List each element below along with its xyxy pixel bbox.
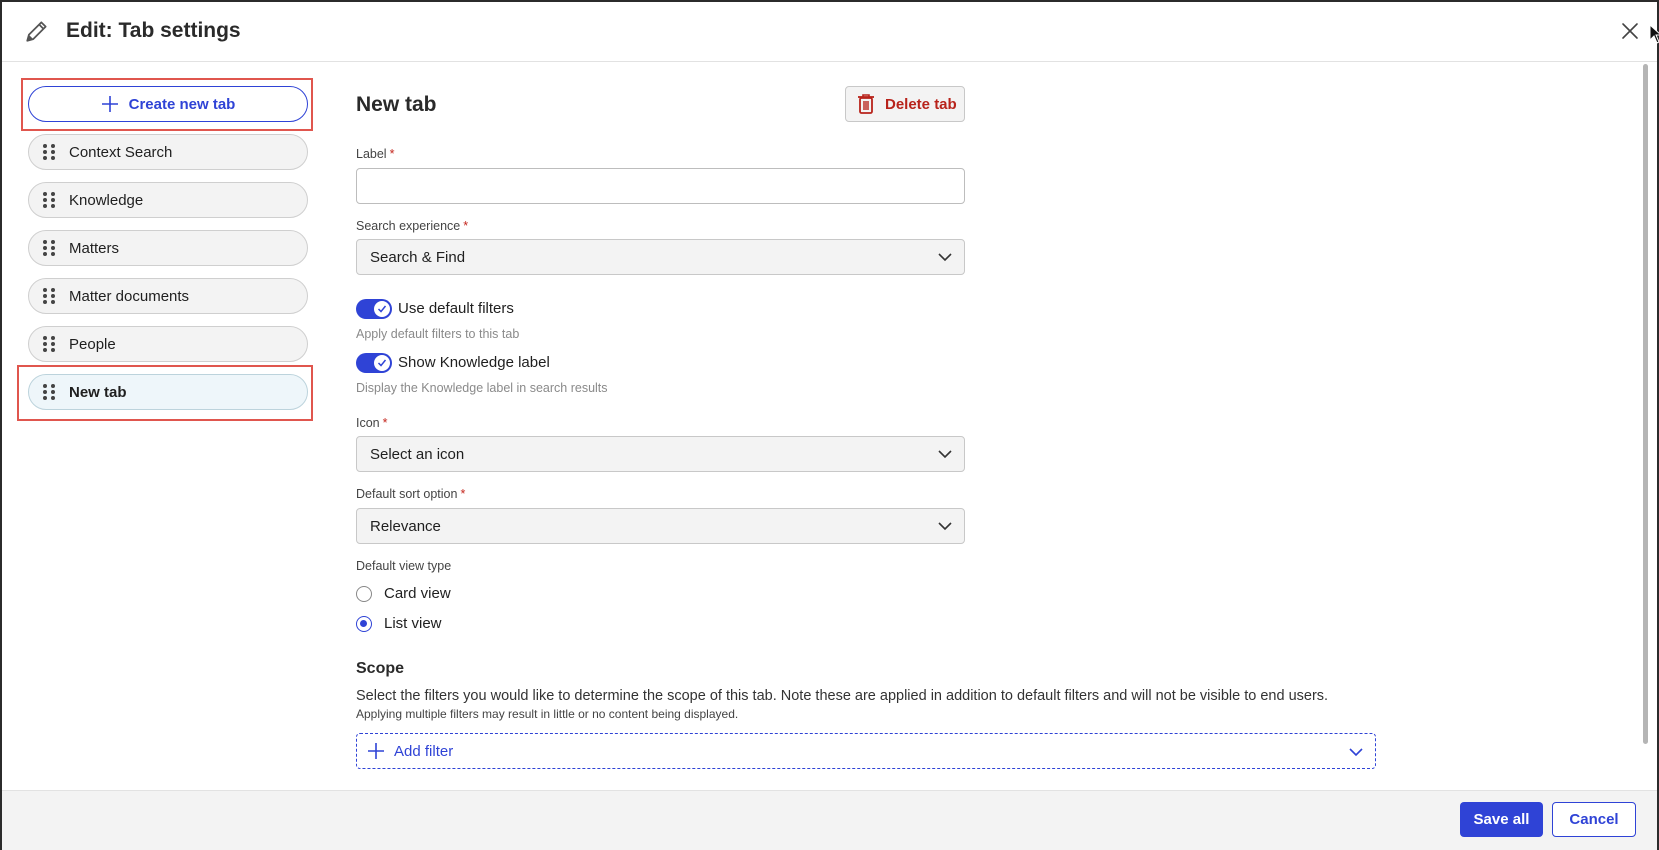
toggle-knob [374,355,390,371]
drag-grip-icon [43,336,55,352]
icon-field-label: Icon * [356,416,388,430]
plus-icon [368,743,384,759]
use-default-filters-hint: Apply default filters to this tab [356,327,520,341]
close-icon[interactable] [1619,20,1641,42]
list-view-label[interactable]: List view [384,615,442,632]
drag-grip-icon [43,144,55,160]
scope-description: Select the filters you would like to det… [356,688,1329,704]
default-sort-value: Relevance [370,517,441,535]
required-mark: * [382,416,388,430]
sidebar-item-label: Matters [69,239,120,257]
card-view-label[interactable]: Card view [384,585,451,602]
show-knowledge-label-label: Show Knowledge label [398,354,550,371]
sidebar-item-knowledge[interactable]: Knowledge [28,182,308,218]
dialog-title: Edit: Tab settings [66,19,241,42]
search-experience-select[interactable]: Search & Find [356,239,965,275]
mouse-cursor-icon [1649,24,1659,44]
label-field-label: Label * [356,147,395,161]
add-filter-label: Add filter [394,742,454,760]
sidebar-item-label: Knowledge [69,191,144,209]
save-all-button[interactable]: Save all [1460,802,1543,837]
chevron-down-icon [938,450,952,459]
drag-grip-icon [43,288,55,304]
sidebar-item-matter-documents[interactable]: Matter documents [28,278,308,314]
sidebar-item-label: New tab [69,383,127,401]
card-view-radio[interactable] [356,586,372,602]
chevron-down-icon [1349,748,1363,757]
tab-settings-dialog: Edit: Tab settings Create new tab Contex… [0,0,1659,850]
plus-icon [101,96,118,112]
scope-heading: Scope [356,660,405,677]
sidebar-item-matters[interactable]: Matters [28,230,308,266]
default-sort-select[interactable]: Relevance [356,508,965,544]
sidebar-item-label: Context Search [69,143,173,161]
sidebar-item-people[interactable]: People [28,326,308,362]
scope-note: Applying multiple filters may result in … [356,707,739,721]
label-input[interactable] [356,168,965,204]
delete-tab-button[interactable]: Delete tab [845,86,965,122]
search-experience-value: Search & Find [370,248,466,266]
required-mark: * [460,487,466,501]
create-new-tab-button[interactable]: Create new tab [28,86,308,122]
checkmark-icon [377,359,387,367]
add-filter-button[interactable]: Add filter [356,733,1376,769]
sidebar-item-new-tab[interactable]: New tab [28,374,308,410]
required-mark: * [389,147,395,161]
list-view-radio[interactable] [356,616,372,632]
search-experience-label: Search experience * [356,219,469,233]
form-heading: New tab [356,93,437,116]
default-view-type-label: Default view type [356,559,452,573]
vertical-scrollbar[interactable] [1641,64,1651,744]
icon-select[interactable]: Select an icon [356,436,965,472]
show-knowledge-label-toggle[interactable] [356,353,392,373]
checkmark-icon [377,305,387,313]
use-default-filters-toggle[interactable] [356,299,392,319]
show-knowledge-label-hint: Display the Knowledge label in search re… [356,381,608,395]
sidebar-item-label: People [69,335,116,353]
chevron-down-icon [938,522,952,531]
scrollbar-thumb[interactable] [1643,64,1648,744]
trash-icon [858,94,874,114]
drag-grip-icon [43,240,55,256]
dialog-footer [2,790,1657,850]
default-sort-label: Default sort option * [356,487,466,501]
required-mark: * [463,219,469,233]
sidebar-item-context-search[interactable]: Context Search [28,134,308,170]
dialog-header: Edit: Tab settings [2,2,1657,62]
drag-grip-icon [43,192,55,208]
drag-grip-icon [43,384,55,400]
icon-select-value: Select an icon [370,445,465,463]
create-new-tab-label: Create new tab [128,95,236,113]
chevron-down-icon [938,253,952,262]
toggle-knob [374,301,390,317]
pencil-icon [26,21,47,42]
delete-tab-label: Delete tab [885,95,957,113]
sidebar-item-label: Matter documents [69,287,190,305]
cancel-button[interactable]: Cancel [1552,802,1636,837]
use-default-filters-label: Use default filters [398,300,514,317]
